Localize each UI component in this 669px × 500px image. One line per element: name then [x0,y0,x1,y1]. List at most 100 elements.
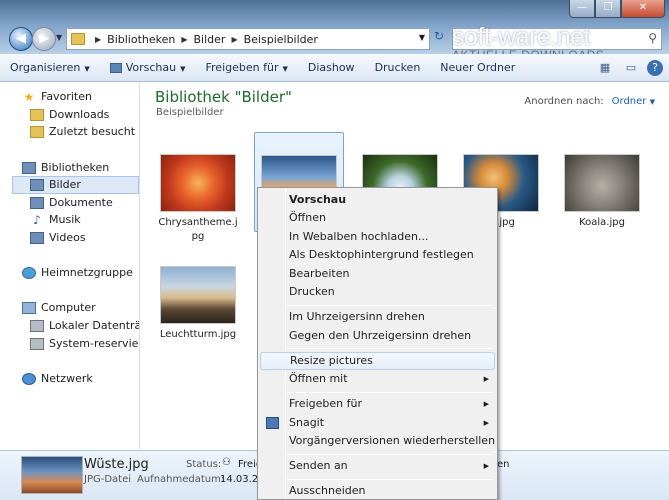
sidebar-item-label: Bilder [49,178,81,191]
library-title: Bibliothek "Bilder" [155,88,292,106]
preview-button[interactable]: Vorschau ▼ [100,54,196,82]
slideshow-button[interactable]: Diashow [298,54,365,82]
sidebar-item-network[interactable]: Netzwerk [22,370,93,388]
sidebar-item-videos[interactable]: Videos [30,229,86,247]
recent-pages-button[interactable]: ▼ [56,33,62,42]
library-icon [22,162,36,174]
sidebar-item-system-reserved[interactable]: System-reserviert (E: [30,335,139,353]
sidebar-item-pictures[interactable]: Bilder [12,176,139,194]
submenu-arrow-icon: ▶ [483,375,489,383]
forward-button[interactable]: ▶ [32,27,56,51]
breadcrumb-libraries[interactable]: Bibliotheken [107,33,175,46]
arrange-by-dropdown[interactable]: Ordner [612,96,647,107]
menu-item-set-desktop[interactable]: Als Desktophintergrund festlegen [260,246,495,264]
organize-label: Organisieren [10,60,81,74]
menu-separator [287,348,493,349]
menu-item-cut[interactable]: Ausschneiden [260,482,495,499]
thumbnail-image [160,266,236,324]
chevron-down-icon: ▼ [84,64,90,73]
refresh-icon[interactable]: ↻ [434,29,452,49]
menu-item-upload-web[interactable]: In Webalben hochladen... [260,228,495,246]
menu-item-resize-pictures[interactable]: Resize pictures [260,352,495,370]
address-bar[interactable]: ▶ Bibliotheken ▶ Bilder ▶ Beispielbilder… [66,28,430,50]
thumbnail-image [160,154,236,212]
back-button[interactable]: ◀ [9,27,33,51]
navigation-pane: ★ Favoriten Downloads Zuletzt besucht Bib… [0,82,140,450]
menu-item-print[interactable]: Drucken [260,283,495,301]
file-name: Leuchtturm.jpg [159,329,237,340]
close-button[interactable]: ✕ [621,0,665,18]
menu-item-preview[interactable]: Vorschau [260,191,495,209]
minimize-button[interactable]: — [569,0,595,18]
chevron-down-icon[interactable]: ▼ [650,98,655,106]
command-bar: Organisieren ▼ Vorschau ▼ Freigeben für ▼ D… [0,54,669,82]
sidebar-item-favorites[interactable]: ★ Favoriten [22,88,92,106]
sidebar-item-label: Zuletzt besucht [49,125,136,138]
snagit-icon [266,417,279,429]
chevron-down-icon: ▼ [180,64,186,73]
sidebar-item-label: Downloads [49,108,110,121]
help-icon[interactable]: ? [647,60,663,76]
menu-item-label: Senden an [289,459,348,472]
search-icon[interactable]: ⚲ [648,31,657,45]
sidebar-item-documents[interactable]: Dokumente [30,194,113,212]
sidebar-item-label: Dokumente [49,196,113,209]
sidebar-item-music[interactable]: ♪ Musik [30,211,81,229]
file-chrysanthemum[interactable]: Chrysantheme.jpg [153,134,243,244]
window-titlebar: — ❐ ✕ [0,0,669,24]
chevron-down-icon: ▼ [282,64,288,73]
menu-item-edit[interactable]: Bearbeiten [260,265,495,283]
thumbnail-image [564,154,640,212]
change-view-icon[interactable]: ▦ [595,58,615,78]
drive-icon [30,320,44,332]
organize-button[interactable]: Organisieren ▼ [0,54,100,82]
menu-separator [287,392,493,393]
sidebar-item-recent[interactable]: Zuletzt besucht [30,123,135,141]
address-dropdown-icon[interactable]: ▼ [419,33,425,42]
menu-item-share-with[interactable]: Freigeben für ▶ [260,395,495,413]
file-koala[interactable]: Koala.jpg [557,134,647,244]
breadcrumb-pictures[interactable]: Bilder [194,33,226,46]
breadcrumb-separator[interactable]: ▶ [231,35,237,44]
maximize-button[interactable]: ❐ [595,0,621,18]
sidebar-item-libraries[interactable]: Bibliotheken [22,159,109,177]
menu-item-send-to[interactable]: Senden an ▶ [260,457,495,475]
sidebar-item-computer[interactable]: Computer [22,299,96,317]
file-lighthouse[interactable]: Leuchtturm.jpg [153,246,243,356]
videos-library-icon [30,232,44,244]
sidebar-item-downloads[interactable]: Downloads [30,106,109,124]
drive-icon [30,338,44,350]
menu-item-snagit[interactable]: Snagit ▶ [260,414,495,432]
menu-separator [287,479,493,480]
breadcrumb-separator[interactable]: ▶ [181,35,187,44]
sidebar-item-label: Favoriten [41,90,92,103]
network-icon [22,373,36,385]
menu-item-rotate-cw[interactable]: Im Uhrzeigersinn drehen [260,308,495,326]
menu-item-restore-versions[interactable]: Vorgängerversionen wiederherstellen [260,432,495,450]
sidebar-item-label: Computer [41,301,96,314]
folder-icon [71,33,85,45]
submenu-arrow-icon: ▶ [483,400,489,408]
pictures-library-icon [30,179,44,191]
share-button[interactable]: Freigeben für ▼ [196,54,298,82]
menu-separator [287,454,493,455]
library-subtitle: Beispielbilder [156,107,224,118]
share-label: Freigeben für [205,60,279,74]
search-input[interactable]: ⚲ [452,28,662,50]
menu-item-open[interactable]: Öffnen [260,209,495,227]
menu-item-open-with[interactable]: Öffnen mit ▶ [260,370,495,388]
preview-pane-icon[interactable]: ▭ [621,58,641,78]
file-name: Koala.jpg [579,217,625,228]
print-button[interactable]: Drucken [365,54,431,82]
sidebar-item-homegroup[interactable]: Heimnetzgruppe [22,264,133,282]
sidebar-item-local-disk[interactable]: Lokaler Datenträger [30,317,139,335]
homegroup-icon [22,267,36,279]
selected-file-thumbnail [21,456,83,494]
toolbar-right: ▦ ▭ ? [595,58,663,78]
share-status-icon: ⚇ [222,457,231,468]
breadcrumb: ▶ Bibliotheken ▶ Bilder ▶ Beispielbilder [89,33,318,46]
breadcrumb-sample-pictures[interactable]: Beispielbilder [244,33,318,46]
sidebar-item-label: Musik [49,213,81,226]
menu-item-rotate-ccw[interactable]: Gegen den Uhrzeigersinn drehen [260,327,495,345]
new-folder-button[interactable]: Neuer Ordner [430,54,525,82]
